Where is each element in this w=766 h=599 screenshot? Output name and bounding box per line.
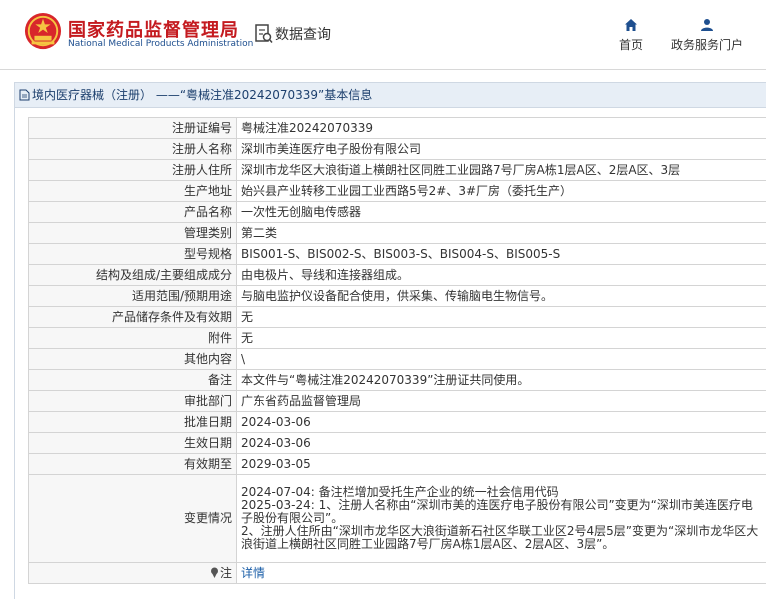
row-value: 无 bbox=[236, 306, 766, 328]
row-value: 与脑电监护仪设备配合使用，供采集、传输脑电生物信号。 bbox=[236, 285, 766, 307]
row-label: 生产地址 bbox=[28, 180, 237, 202]
nav-home[interactable]: 首页 bbox=[616, 18, 646, 53]
row-value: 第二类 bbox=[236, 222, 766, 244]
panel-title: 境内医疗器械（注册） ——“粤械注准20242070339”基本信息 bbox=[15, 83, 766, 108]
row-label: 产品名称 bbox=[28, 201, 237, 223]
nav-gov-services-label: 政务服务门户 bbox=[670, 38, 743, 52]
row-value: 2024-03-06 bbox=[236, 411, 766, 433]
changes-label: 变更情况 bbox=[28, 474, 237, 563]
user-icon bbox=[701, 19, 713, 31]
table-row: 其他内容 \ bbox=[28, 348, 766, 370]
row-label: 型号规格 bbox=[28, 243, 237, 265]
row-value: 一次性无创脑电传感器 bbox=[236, 201, 766, 223]
nav-home-label: 首页 bbox=[618, 38, 643, 52]
row-label: 产品储存条件及有效期 bbox=[28, 306, 237, 328]
note-value-cell: 详情 bbox=[236, 562, 766, 584]
info-panel: 境内医疗器械（注册） ——“粤械注准20242070339”基本信息 注册证编号… bbox=[14, 82, 766, 599]
panel-title-text: 境内医疗器械（注册） ——“粤械注准20242070339”基本信息 bbox=[32, 88, 373, 102]
row-label: 备注 bbox=[28, 369, 237, 391]
row-value: 2024-03-06 bbox=[236, 432, 766, 454]
table-row: 产品储存条件及有效期无 bbox=[28, 306, 766, 328]
row-value: 无 bbox=[236, 327, 766, 349]
table-row: 适用范围/预期用途 与脑电监护仪设备配合使用，供采集、传输脑电生物信号。 bbox=[28, 285, 766, 307]
table-row-changes: 变更情况 2024-07-04: 备注栏增加受托生产企业的统一社会信用代码 2025… bbox=[28, 474, 766, 563]
table-row-note: 注详情 bbox=[28, 562, 766, 584]
row-label: 注册人名称 bbox=[28, 138, 237, 160]
row-value: 广东省药品监督管理局 bbox=[236, 390, 766, 412]
row-label: 附件 bbox=[28, 327, 237, 349]
table-row: 生产地址 始兴县产业转移工业园工业西路5号2#、3#厂房（委托生产） bbox=[28, 180, 766, 202]
row-value: BIS001-S、BIS002-S、BIS003-S、BIS004-S、BIS0… bbox=[236, 243, 766, 265]
pin-icon bbox=[210, 567, 218, 578]
row-label: 有效期至 bbox=[28, 453, 237, 475]
row-label: 注册证编号 bbox=[28, 117, 237, 139]
table-row: 审批部门 广东省药品监督管理局 bbox=[28, 390, 766, 412]
row-value: 本文件与“粤械注准20242070339”注册证共同使用。 bbox=[236, 369, 766, 391]
row-label: 适用范围/预期用途 bbox=[28, 285, 237, 307]
row-label: 其他内容 bbox=[28, 348, 237, 370]
header-divider bbox=[0, 69, 766, 70]
national-emblem-icon bbox=[24, 13, 62, 50]
document-icon bbox=[19, 89, 30, 101]
note-label-cell: 注 bbox=[28, 562, 237, 584]
row-value: 深圳市美连医疗电子股份有限公司 bbox=[236, 138, 766, 160]
data-query-icon[interactable] bbox=[255, 24, 273, 44]
note-label: 注 bbox=[219, 565, 232, 580]
site-header: 国家药品监督管理局 National Medical Products Admi… bbox=[0, 0, 766, 70]
home-icon bbox=[625, 19, 637, 31]
row-label: 批准日期 bbox=[28, 411, 237, 433]
table-row: 批准日期 2024-03-06 bbox=[28, 411, 766, 433]
row-label: 生效日期 bbox=[28, 432, 237, 454]
table-row: 型号规格 BIS001-S、BIS002-S、BIS003-S、BIS004-S、… bbox=[28, 243, 766, 265]
data-query-link[interactable]: 数据查询 bbox=[275, 24, 331, 44]
table-row: 有效期至 2029-03-05 bbox=[28, 453, 766, 475]
table-row: 注册人名称 深圳市美连医疗电子股份有限公司 bbox=[28, 138, 766, 160]
table-row: 备注 本文件与“粤械注准20242070339”注册证共同使用。 bbox=[28, 369, 766, 391]
table-row: 结构及组成/主要组成成分 由电极片、导线和连接器组成。 bbox=[28, 264, 766, 286]
row-value: 由电极片、导线和连接器组成。 bbox=[236, 264, 766, 286]
row-value: \ bbox=[236, 348, 766, 370]
table-row: 注册证编号 粤械注准20242070339 bbox=[28, 117, 766, 139]
table-row: 产品名称 一次性无创脑电传感器 bbox=[28, 201, 766, 223]
table-row: 生效日期 2024-03-06 bbox=[28, 432, 766, 454]
table-row: 附件无 bbox=[28, 327, 766, 349]
org-name-en: National Medical Products Administration bbox=[68, 39, 254, 49]
row-value: 粤械注准20242070339 bbox=[236, 117, 766, 139]
row-value: 2029-03-05 bbox=[236, 453, 766, 475]
table-row: 管理类别 第二类 bbox=[28, 222, 766, 244]
details-link[interactable]: 详情 bbox=[241, 566, 265, 580]
table-row: 注册人住所 深圳市龙华区大浪街道上横朗社区同胜工业园路7号厂房A栋1层A区、2层A… bbox=[28, 159, 766, 181]
registration-info-table: 注册证编号 粤械注准20242070339 注册人名称 深圳市美连医疗电子股份有限公司… bbox=[28, 117, 766, 584]
row-label: 结构及组成/主要组成成分 bbox=[28, 264, 237, 286]
row-label: 审批部门 bbox=[28, 390, 237, 412]
change-entry: 2、注册人住所由“深圳市龙华区大浪街道新石社区华联工业区2号4层5层”变更为“深… bbox=[241, 524, 759, 551]
row-value: 深圳市龙华区大浪街道上横朗社区同胜工业园路7号厂房A栋1层A区、2层A区、3层 bbox=[236, 159, 766, 181]
nav-gov-services[interactable]: 政务服务门户 bbox=[668, 18, 746, 53]
row-label: 注册人住所 bbox=[28, 159, 237, 181]
changes-value: 2024-07-04: 备注栏增加受托生产企业的统一社会信用代码 2025-03-… bbox=[236, 474, 766, 563]
row-value: 始兴县产业转移工业园工业西路5号2#、3#厂房（委托生产） bbox=[236, 180, 766, 202]
row-label: 管理类别 bbox=[28, 222, 237, 244]
change-entry: 2025-03-24: 1、注册人名称由“深圳市美的连医疗电子股份有限公司”变更… bbox=[241, 498, 753, 525]
